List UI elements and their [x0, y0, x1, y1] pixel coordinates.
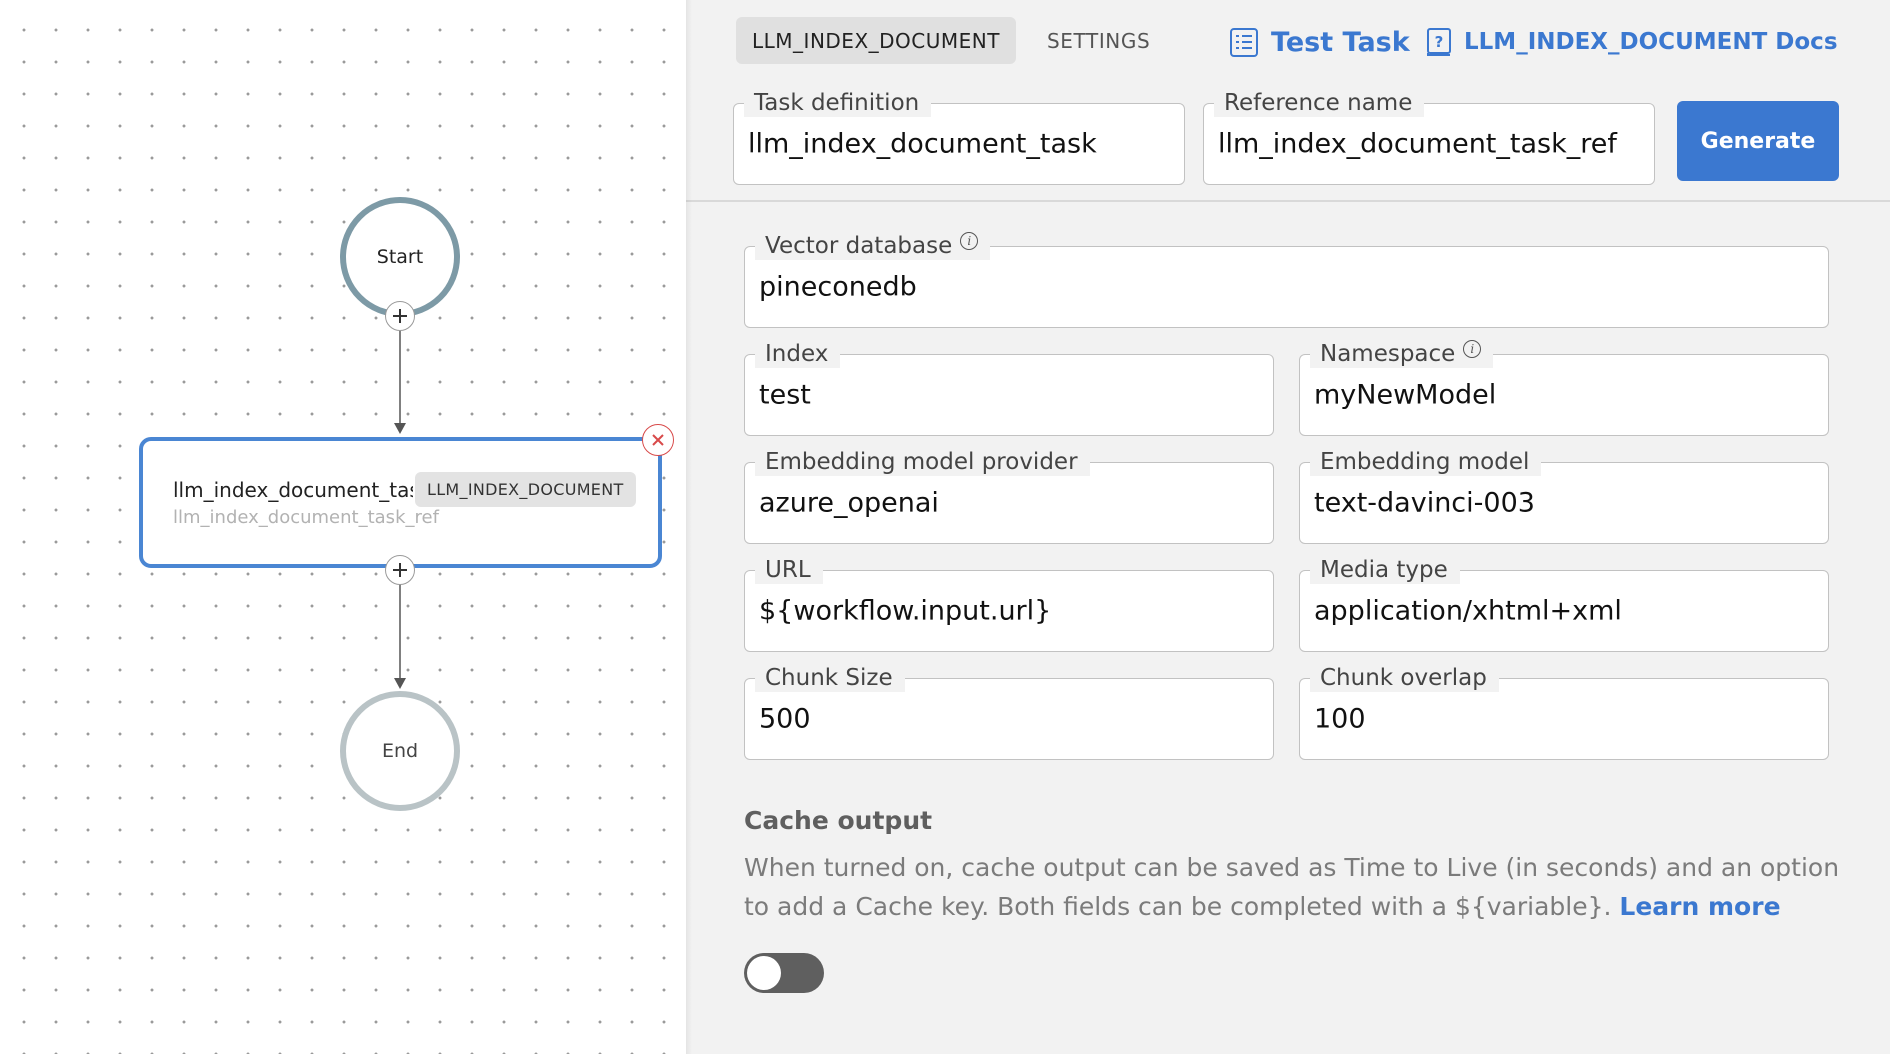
test-task-label: Test Task — [1271, 26, 1410, 58]
toggle-knob — [747, 956, 781, 990]
chunk-overlap-label: Chunk overlap — [1310, 664, 1499, 692]
url-value: ${workflow.input.url} — [759, 595, 1052, 627]
url-label: URL — [755, 556, 823, 584]
workflow-canvas[interactable]: Start llm_index_document_task LLM_INDEX_… — [0, 0, 686, 1054]
edge-arrowhead — [394, 423, 406, 434]
task-node-name: llm_index_document_task — [173, 478, 413, 502]
vector-database-label: Vector database — [765, 233, 953, 259]
docs-link[interactable]: ? LLM_INDEX_DOCUMENT Docs — [1426, 20, 1838, 64]
edge-arrowhead — [394, 678, 406, 689]
svg-text:?: ? — [1435, 33, 1444, 51]
embedding-model-provider-label: Embedding model provider — [755, 448, 1090, 476]
media-type-field[interactable]: Media type application/xhtml+xml — [1299, 556, 1829, 652]
chunk-size-value: 500 — [759, 703, 811, 735]
task-config-panel: LLM_INDEX_DOCUMENT SETTINGS Test Task ? … — [686, 0, 1890, 1054]
remove-task-button[interactable] — [642, 424, 674, 456]
generate-button[interactable]: Generate — [1677, 101, 1839, 181]
tab-llm-index-document[interactable]: LLM_INDEX_DOCUMENT — [736, 17, 1016, 64]
reference-name-value: llm_index_document_task_ref — [1218, 128, 1617, 160]
cache-output-toggle[interactable] — [744, 953, 824, 993]
cache-output-title: Cache output — [744, 806, 933, 835]
vector-database-field[interactable]: Vector database i pineconedb — [744, 232, 1829, 328]
divider — [686, 200, 1890, 202]
add-task-button[interactable] — [385, 301, 415, 331]
chunk-size-label: Chunk Size — [755, 664, 905, 692]
embedding-model-value: text-davinci-003 — [1314, 487, 1535, 519]
plus-icon — [393, 563, 407, 577]
test-clipboard-icon — [1230, 28, 1258, 57]
index-label: Index — [755, 340, 841, 368]
namespace-label: Namespace — [1320, 341, 1456, 367]
embedding-model-provider-value: azure_openai — [759, 487, 939, 519]
embedding-model-field[interactable]: Embedding model text-davinci-003 — [1299, 448, 1829, 544]
chunk-overlap-field[interactable]: Chunk overlap 100 — [1299, 664, 1829, 760]
task-node-ref: llm_index_document_task_ref — [173, 507, 439, 528]
plus-icon — [393, 309, 407, 323]
learn-more-link[interactable]: Learn more — [1619, 892, 1780, 921]
docs-label: LLM_INDEX_DOCUMENT Docs — [1464, 29, 1838, 55]
vector-database-value: pineconedb — [759, 271, 917, 303]
help-book-icon: ? — [1427, 28, 1451, 56]
vector-database-legend: Vector database i — [755, 232, 991, 260]
reference-name-label: Reference name — [1214, 89, 1425, 117]
media-type-value: application/xhtml+xml — [1314, 595, 1622, 627]
index-field[interactable]: Index test — [744, 340, 1274, 436]
embedding-model-provider-field[interactable]: Embedding model provider azure_openai — [744, 448, 1274, 544]
task-node-selected[interactable]: llm_index_document_task LLM_INDEX_DOCUME… — [139, 437, 662, 568]
cache-output-description: When turned on, cache output can be save… — [744, 848, 1844, 926]
end-node[interactable]: End — [340, 691, 460, 811]
add-task-button[interactable] — [385, 555, 415, 585]
embedding-model-label: Embedding model — [1310, 448, 1542, 476]
namespace-value: myNewModel — [1314, 379, 1497, 411]
task-definition-label: Task definition — [744, 89, 932, 117]
start-node[interactable]: Start — [340, 197, 460, 317]
test-task-button[interactable]: Test Task — [1229, 20, 1410, 64]
info-icon[interactable]: i — [960, 232, 979, 250]
url-field[interactable]: URL ${workflow.input.url} — [744, 556, 1274, 652]
namespace-legend: Namespace i — [1310, 340, 1494, 368]
reference-name-field[interactable]: Reference name llm_index_document_task_r… — [1203, 89, 1655, 185]
index-value: test — [759, 379, 811, 411]
namespace-field[interactable]: Namespace i myNewModel — [1299, 340, 1829, 436]
media-type-label: Media type — [1310, 556, 1460, 584]
task-definition-value: llm_index_document_task — [748, 128, 1097, 160]
end-node-label: End — [381, 740, 419, 762]
chunk-size-field[interactable]: Chunk Size 500 — [744, 664, 1274, 760]
tab-settings[interactable]: SETTINGS — [1047, 17, 1150, 64]
panel-shadow — [686, 0, 692, 1054]
chunk-overlap-value: 100 — [1314, 703, 1366, 735]
info-icon[interactable]: i — [1463, 340, 1482, 358]
start-node-label: Start — [376, 246, 424, 268]
close-icon — [652, 434, 664, 446]
task-type-badge: LLM_INDEX_DOCUMENT — [415, 472, 636, 507]
task-definition-field[interactable]: Task definition llm_index_document_task — [733, 89, 1185, 185]
